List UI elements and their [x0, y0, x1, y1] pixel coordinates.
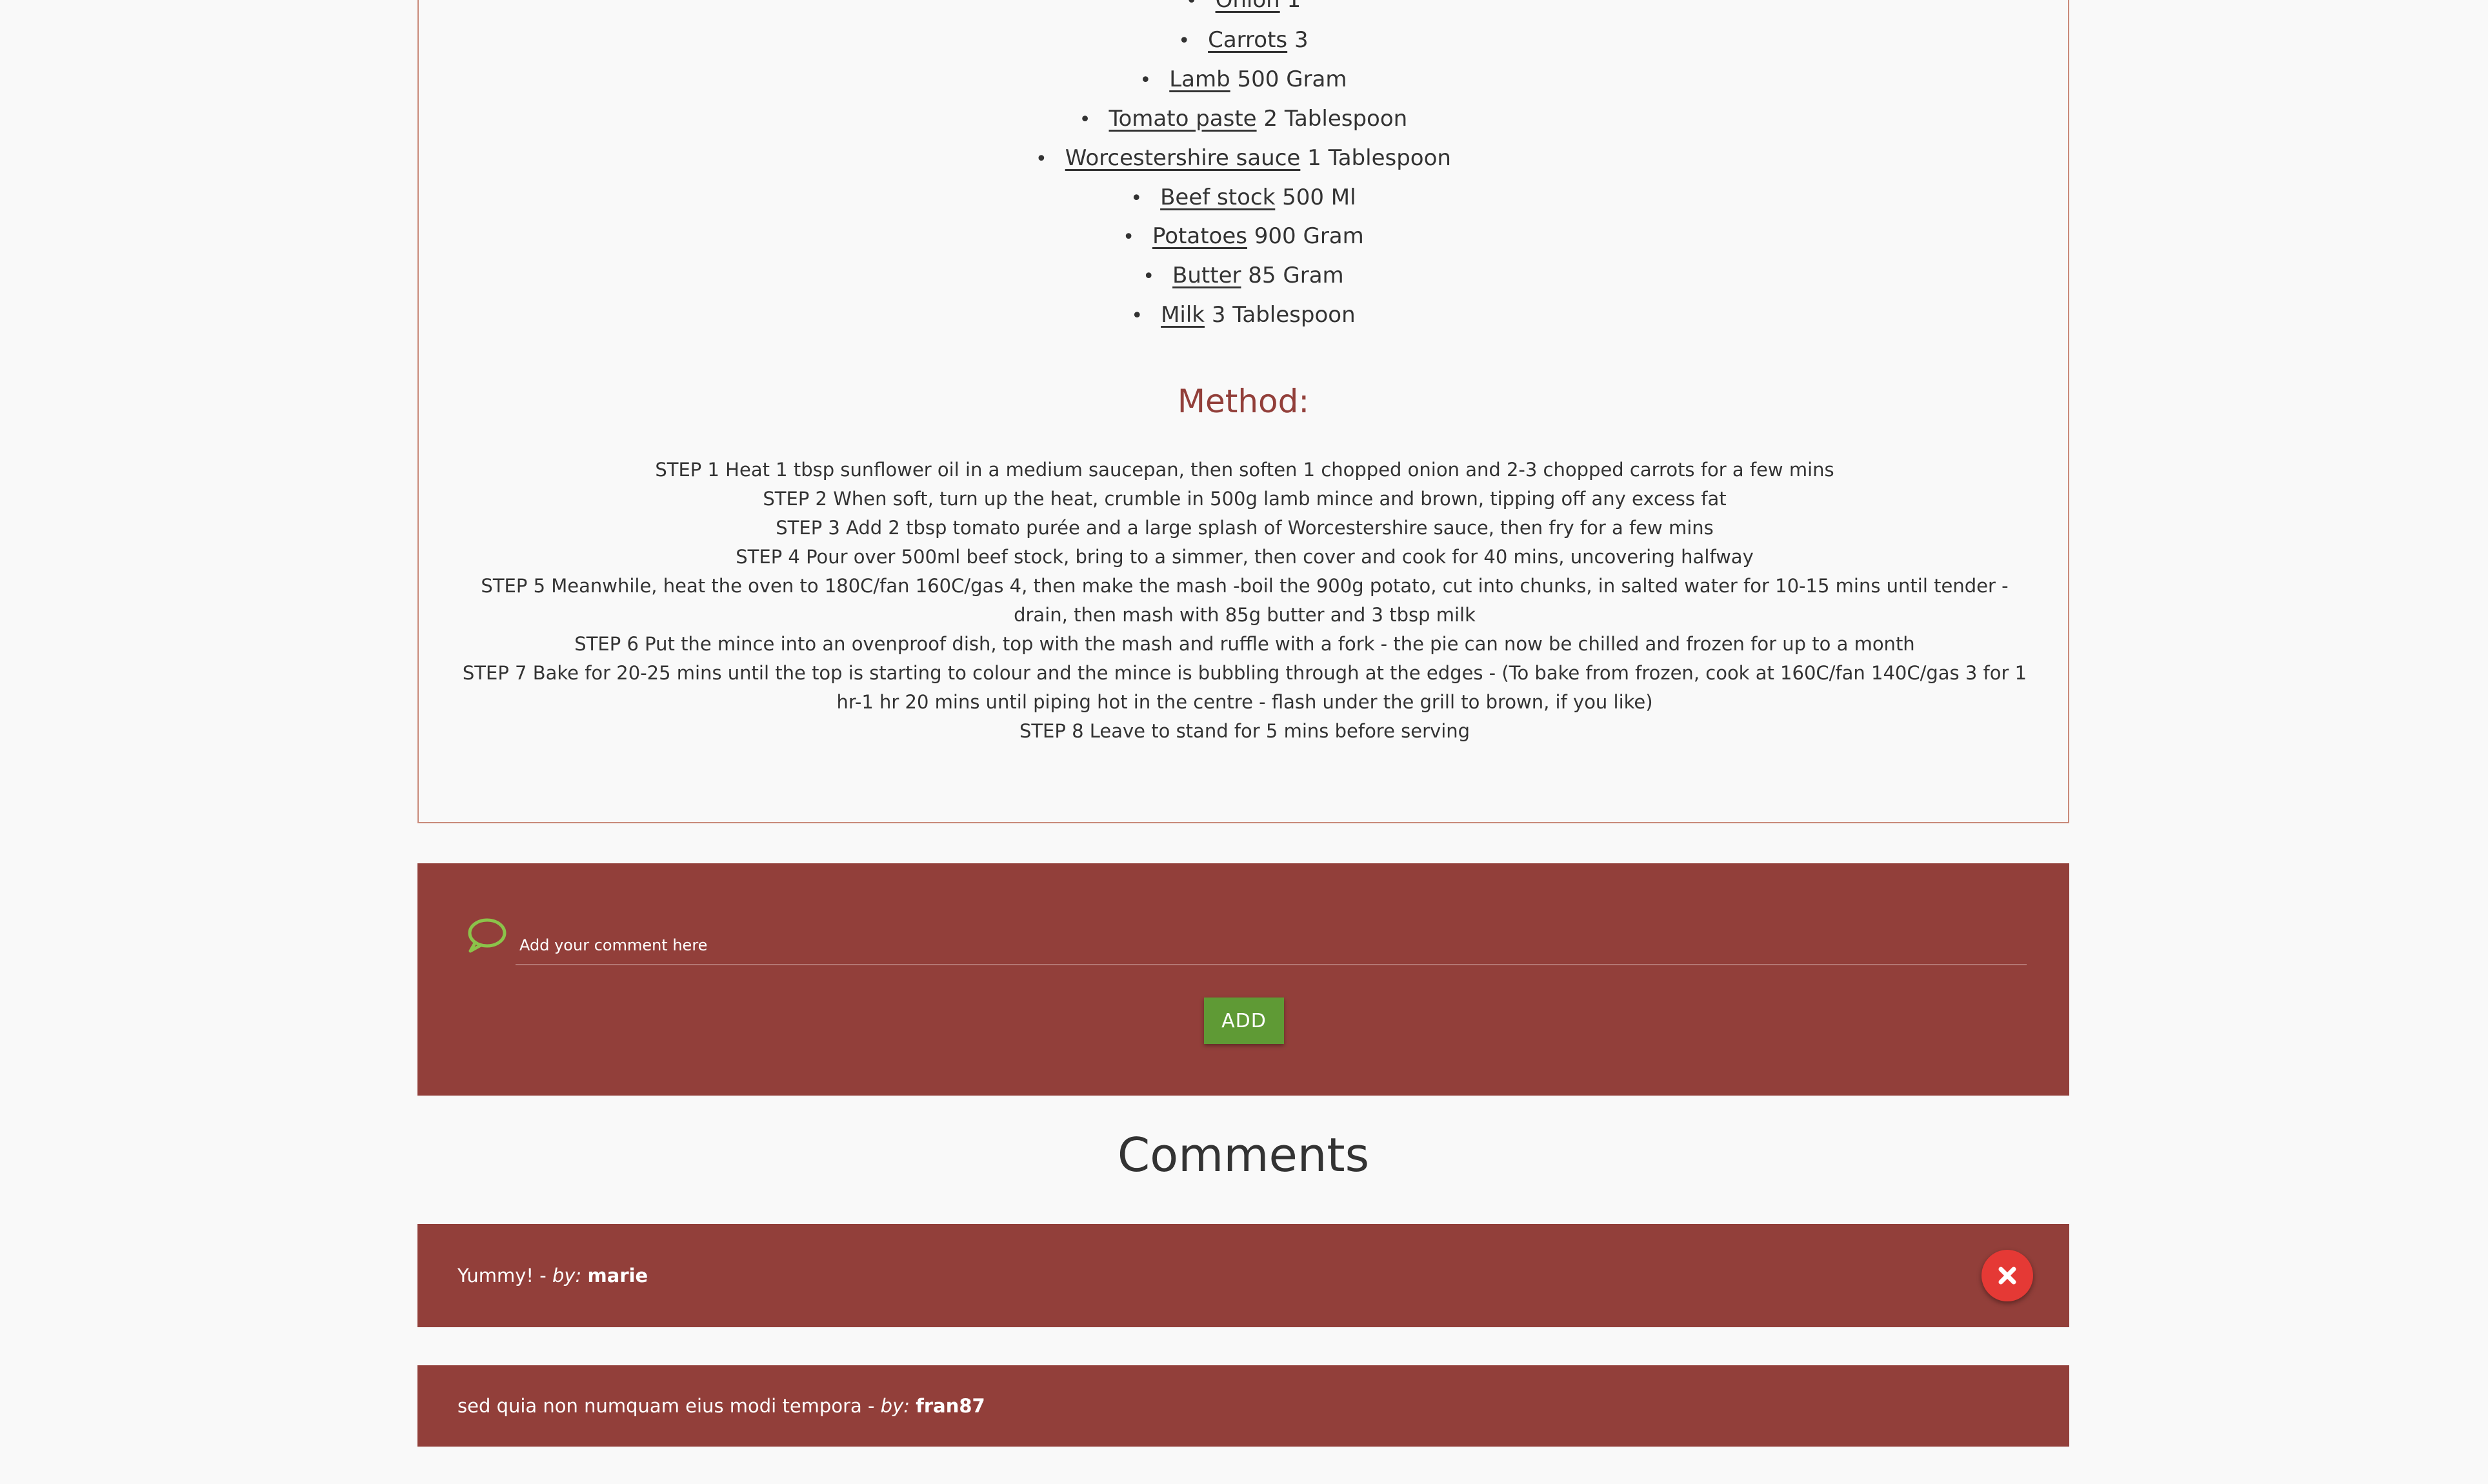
comment-form: ADD	[417, 863, 2069, 1096]
close-icon	[1981, 1263, 2033, 1288]
ingredient-item: • Worcestershire sauce 1 Tablespoon	[419, 144, 2068, 172]
ingredient-link[interactable]: Butter	[1172, 263, 1241, 288]
ingredient-quantity: 1 Tablespoon	[1307, 145, 1451, 171]
ingredient-item: • Onion 1	[419, 0, 2068, 14]
ingredient-quantity: 3 Tablespoon	[1211, 302, 1356, 328]
method-steps: STEP 1 Heat 1 tbsp sunflower oil in a me…	[457, 456, 2032, 746]
method-step: STEP 4 Pour over 500ml beef stock, bring…	[736, 546, 1754, 568]
method-step: STEP 5 Meanwhile, heat the oven to 180C/…	[481, 575, 2009, 626]
ingredient-link[interactable]: Lamb	[1169, 66, 1230, 92]
ingredient-item: • Milk 3 Tablespoon	[419, 301, 2068, 329]
comment-by-label: by:	[880, 1395, 910, 1417]
delete-comment-button[interactable]	[1981, 1250, 2033, 1301]
ingredient-item: • Lamb 500 Gram	[419, 65, 2068, 94]
ingredient-link[interactable]: Tomato paste	[1109, 106, 1257, 132]
comment-input[interactable]	[516, 927, 2027, 965]
ingredient-quantity: 500 Gram	[1237, 66, 1347, 92]
ingredient-link[interactable]: Worcestershire sauce	[1065, 145, 1301, 171]
recipe-card: • Onion 1 • Carrots 3 • Lamb 500 Gram • Toma…	[417, 0, 2069, 823]
bullet: •	[1139, 69, 1152, 92]
comment-item: sed quia non numquam eius modi tempora -…	[417, 1365, 2069, 1447]
ingredient-quantity: 500 Ml	[1282, 185, 1356, 210]
comment-item: Yummy! - by: marie	[417, 1224, 2069, 1327]
ingredient-link[interactable]: Carrots	[1208, 27, 1287, 53]
bullet: •	[1036, 148, 1047, 170]
comment-author: marie	[587, 1265, 648, 1287]
method-step: STEP 7 Bake for 20-25 mins until the top…	[462, 662, 2027, 713]
method-heading: Method:	[1177, 383, 1310, 420]
method-step: STEP 2 When soft, turn up the heat, crum…	[763, 488, 1727, 510]
ingredient-link[interactable]: Milk	[1161, 302, 1205, 328]
ingredient-item: • Carrots 3	[419, 26, 2068, 54]
ingredient-link[interactable]: Onion	[1216, 0, 1280, 13]
comments-heading: Comments	[1117, 1128, 1370, 1182]
comment-text: sed quia non numquam eius modi tempora -	[457, 1395, 881, 1417]
method-step: STEP 6 Put the mince into an ovenproof d…	[574, 633, 1915, 655]
ingredient-quantity: 900 Gram	[1254, 223, 1364, 249]
bullet: •	[1130, 187, 1143, 210]
method-step: STEP 8 Leave to stand for 5 mins before …	[1019, 720, 1470, 742]
ingredient-link[interactable]: Beef stock	[1160, 185, 1275, 210]
ingredient-quantity: 1	[1287, 0, 1301, 13]
comment-by-label: by:	[552, 1265, 582, 1287]
bullet: •	[1079, 108, 1091, 131]
ingredient-quantity: 85 Gram	[1248, 263, 1344, 288]
bullet: •	[1185, 0, 1198, 12]
comment-text: Yummy! -	[457, 1265, 552, 1287]
ingredient-quantity: 3	[1294, 27, 1309, 53]
ingredient-link[interactable]: Potatoes	[1152, 223, 1247, 249]
ingredient-item: • Tomato paste 2 Tablespoon	[419, 105, 2068, 133]
add-comment-button[interactable]: ADD	[1204, 998, 1284, 1044]
bullet: •	[1131, 305, 1143, 327]
method-step: STEP 1 Heat 1 tbsp sunflower oil in a me…	[655, 459, 1834, 481]
bullet: •	[1123, 226, 1134, 248]
comment-author: fran87	[916, 1395, 985, 1417]
bullet: •	[1143, 265, 1155, 288]
method-step: STEP 3 Add 2 tbsp tomato purée and a lar…	[776, 517, 1714, 539]
bullet: •	[1178, 30, 1190, 52]
ingredient-quantity: 2 Tablespoon	[1263, 106, 1408, 132]
speech-bubble-icon	[466, 916, 508, 955]
ingredient-item: • Beef stock 500 Ml	[419, 183, 2068, 212]
recipe-page: • Onion 1 • Carrots 3 • Lamb 500 Gram • Toma…	[0, 0, 2488, 1484]
ingredient-item: • Butter 85 Gram	[419, 261, 2068, 290]
ingredient-item: • Potatoes 900 Gram	[419, 222, 2068, 250]
